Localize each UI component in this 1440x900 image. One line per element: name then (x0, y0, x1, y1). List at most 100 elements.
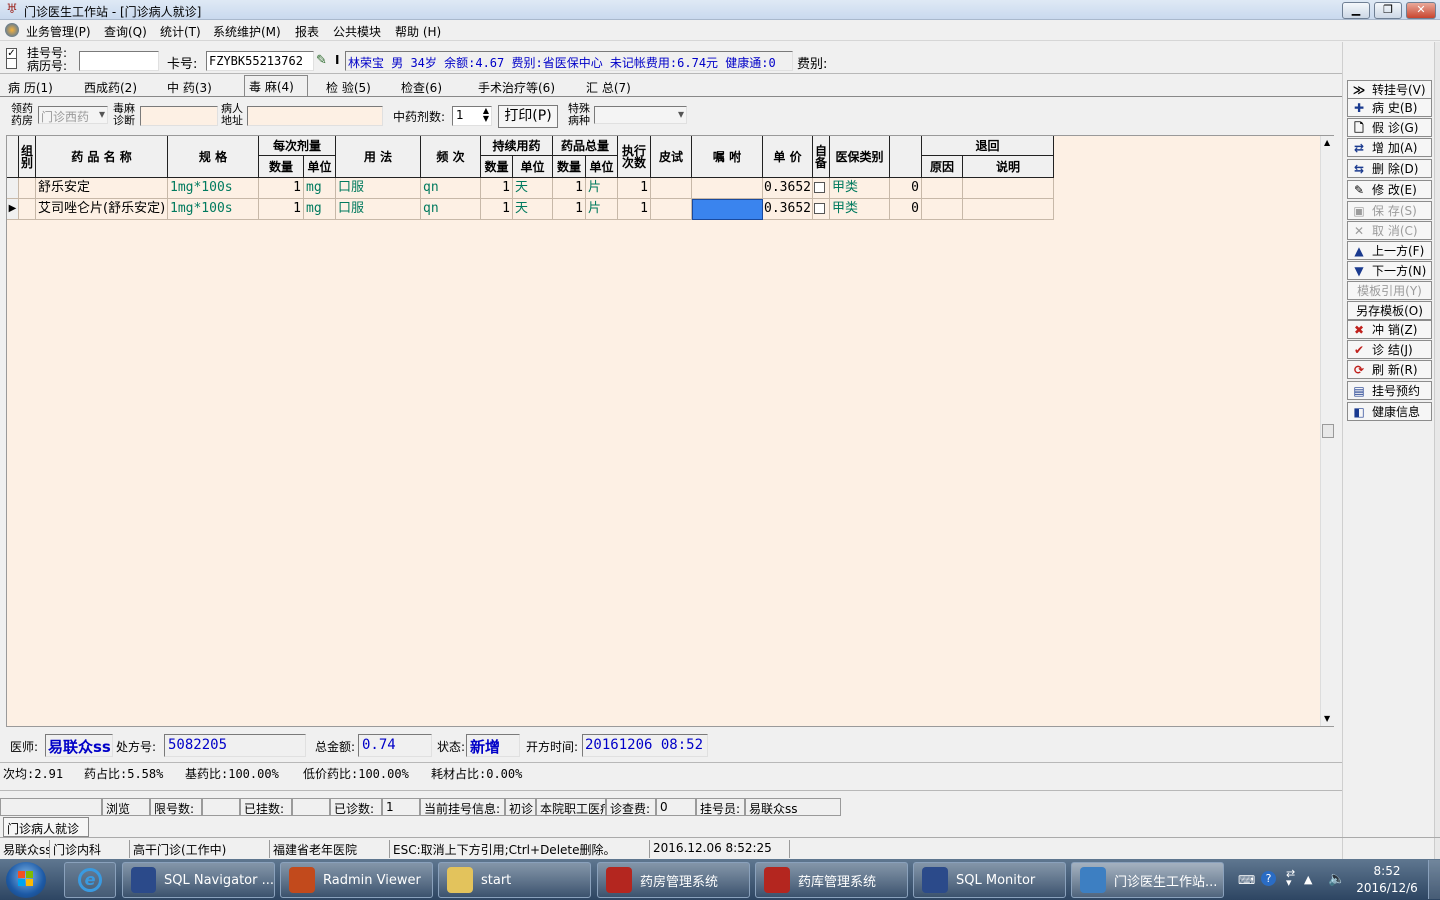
cell-total-unit[interactable]: 片 (586, 178, 618, 199)
cell-ratio[interactable]: 0 (890, 199, 922, 220)
cell-total-qty[interactable]: 1 (553, 199, 586, 220)
taskbar-item[interactable]: start (438, 862, 591, 898)
cell-group[interactable] (19, 178, 36, 199)
cell-dose-unit[interactable]: mg (304, 199, 336, 220)
side-button-2[interactable]: 🗋 假 诊(G) (1347, 118, 1432, 137)
special-disease-select[interactable]: ▾ (594, 106, 687, 124)
cell-freq[interactable]: qn (421, 199, 481, 220)
cell-dose-qty[interactable]: 1 (259, 199, 304, 220)
tab-medical-record[interactable]: 病 历(1) (4, 77, 57, 96)
side-button-16[interactable]: ◧ 健康信息 (1347, 402, 1432, 421)
row-selector[interactable] (7, 178, 19, 199)
side-splitter[interactable] (1434, 42, 1440, 859)
cell-cont-unit[interactable]: 天 (513, 199, 553, 220)
self-provided-checkbox[interactable] (814, 182, 825, 193)
ie-taskbar-button[interactable]: e (64, 862, 116, 898)
side-button-0[interactable]: ≫ 转挂号(V) (1347, 80, 1432, 99)
side-button-6[interactable]: ▣ 保 存(S) (1347, 201, 1432, 220)
cell-skin[interactable] (651, 178, 692, 199)
taskbar-item[interactable]: 药房管理系统 (597, 862, 750, 898)
cell-name[interactable]: 舒乐安定 (36, 178, 168, 199)
taskbar-item[interactable]: SQL Monitor (913, 862, 1066, 898)
cell-price[interactable]: 0.3652 (763, 199, 813, 220)
side-button-3[interactable]: ⇄ 增 加(A) (1347, 138, 1432, 157)
restore-button[interactable]: ❐ (1374, 2, 1402, 19)
taskbar-item[interactable]: 药库管理系统 (755, 862, 908, 898)
cell-cont-qty[interactable]: 1 (481, 178, 513, 199)
tab-surgery[interactable]: 手术治疗等(6) (474, 77, 559, 96)
cell-desc[interactable] (963, 178, 1054, 199)
record-checkbox[interactable] (6, 58, 17, 72)
taskbar-item[interactable]: SQL Navigator ... (122, 862, 275, 898)
reg-number-input[interactable] (79, 51, 159, 71)
side-button-9[interactable]: ▼ 下一方(N) (1347, 261, 1432, 280)
scroll-down-icon[interactable]: ▼ (1324, 714, 1330, 723)
cell-group[interactable] (19, 199, 36, 220)
side-button-12[interactable]: ✖ 冲 销(Z) (1347, 320, 1432, 339)
taskbar-item[interactable]: Radmin Viewer (280, 862, 433, 898)
cell-note[interactable] (692, 199, 763, 220)
cell-reason[interactable] (922, 199, 963, 220)
cell-total-unit[interactable]: 片 (586, 199, 618, 220)
doc-tab-outpatient[interactable]: 门诊病人就诊 (3, 817, 89, 837)
cell-usage[interactable]: 口服 (336, 199, 421, 220)
cell-dose-qty[interactable]: 1 (259, 178, 304, 199)
menu-public[interactable]: 公共模块 (333, 23, 381, 40)
tab-summary[interactable]: 汇 总(7) (582, 77, 635, 96)
side-button-7[interactable]: ✕ 取 消(C) (1347, 221, 1432, 240)
tray-expand-icon[interactable]: ▲ (1304, 873, 1312, 886)
narcotic-diagnosis-input[interactable] (140, 106, 218, 126)
cell-spec[interactable]: 1mg*100s (168, 199, 259, 220)
tab-chinese-medicine[interactable]: 中 药(3) (163, 77, 216, 96)
start-button[interactable] (6, 862, 46, 898)
reg-checkbox[interactable]: ✓ (6, 45, 17, 59)
cell-cont-qty[interactable]: 1 (481, 199, 513, 220)
cell-insurance[interactable]: 甲类 (830, 199, 890, 220)
side-button-5[interactable]: ✎ 修 改(E) (1347, 180, 1432, 199)
cell-name[interactable]: 艾司唑仑片(舒乐安定) (36, 199, 168, 220)
cell-reason[interactable] (922, 178, 963, 199)
cell-note[interactable] (692, 178, 763, 199)
menu-help[interactable]: 帮助 (H) (395, 23, 441, 40)
cell-self-provided-checkbox[interactable] (813, 199, 830, 220)
cell-self-provided-checkbox[interactable] (813, 178, 830, 199)
scroll-thumb[interactable] (1322, 424, 1334, 438)
tab-western-medicine[interactable]: 西成药(2) (80, 77, 141, 96)
cell-exec[interactable]: 1 (618, 199, 651, 220)
herb-count-spinner[interactable]: 1 ▲ ▼ (452, 106, 492, 126)
tab-lab-test[interactable]: 检 验(5) (322, 77, 375, 96)
keyboard-icon[interactable]: ⌨ (1238, 873, 1255, 887)
vertical-scrollbar[interactable]: ▲ ▼ (1320, 136, 1334, 726)
tray-arrows-icon[interactable]: ⇄ ▾ (1286, 868, 1295, 888)
menu-business[interactable]: 业务管理(P) (26, 23, 91, 40)
menu-query[interactable]: 查询(Q) (104, 23, 147, 40)
tab-examination[interactable]: 检查(6) (397, 77, 446, 96)
menu-statistics[interactable]: 统计(T) (160, 23, 201, 40)
show-desktop-button[interactable] (1428, 860, 1440, 899)
close-button[interactable]: ✕ (1406, 2, 1436, 19)
cell-freq[interactable]: qn (421, 178, 481, 199)
side-button-8[interactable]: ▲ 上一方(F) (1347, 241, 1432, 260)
side-button-13[interactable]: ✔ 诊 结(J) (1347, 340, 1432, 359)
scroll-up-icon[interactable]: ▲ (1324, 138, 1330, 147)
cell-usage[interactable]: 口服 (336, 178, 421, 199)
cell-ratio[interactable]: 0 (890, 178, 922, 199)
side-button-4[interactable]: ⇆ 删 除(D) (1347, 159, 1432, 178)
cell-spec[interactable]: 1mg*100s (168, 178, 259, 199)
cell-skin[interactable] (651, 199, 692, 220)
print-button[interactable]: 打印(P) (498, 105, 558, 128)
side-button-14[interactable]: ⟳ 刷 新(R) (1347, 360, 1432, 379)
side-button-10[interactable]: 模板引用(Y) (1347, 281, 1432, 300)
pharmacy-select[interactable]: 门诊西药 ▾ (38, 106, 108, 124)
side-button-15[interactable]: ▤ 挂号预约 (1347, 381, 1432, 400)
volume-icon[interactable]: 🔈 (1328, 871, 1345, 887)
cell-total-qty[interactable]: 1 (553, 178, 586, 199)
card-read-icon[interactable]: ✎ (316, 53, 332, 69)
app-menu-icon[interactable] (5, 23, 19, 37)
clock[interactable]: 8:52 2016/12/6 (1356, 864, 1418, 895)
self-provided-checkbox[interactable] (814, 203, 825, 214)
menu-system[interactable]: 系统维护(M) (213, 23, 281, 40)
side-button-11[interactable]: 另存模板(O) (1347, 301, 1432, 320)
taskbar-item[interactable]: 门诊医生工作站... (1071, 862, 1224, 898)
minimize-button[interactable]: ▁ (1342, 2, 1370, 19)
